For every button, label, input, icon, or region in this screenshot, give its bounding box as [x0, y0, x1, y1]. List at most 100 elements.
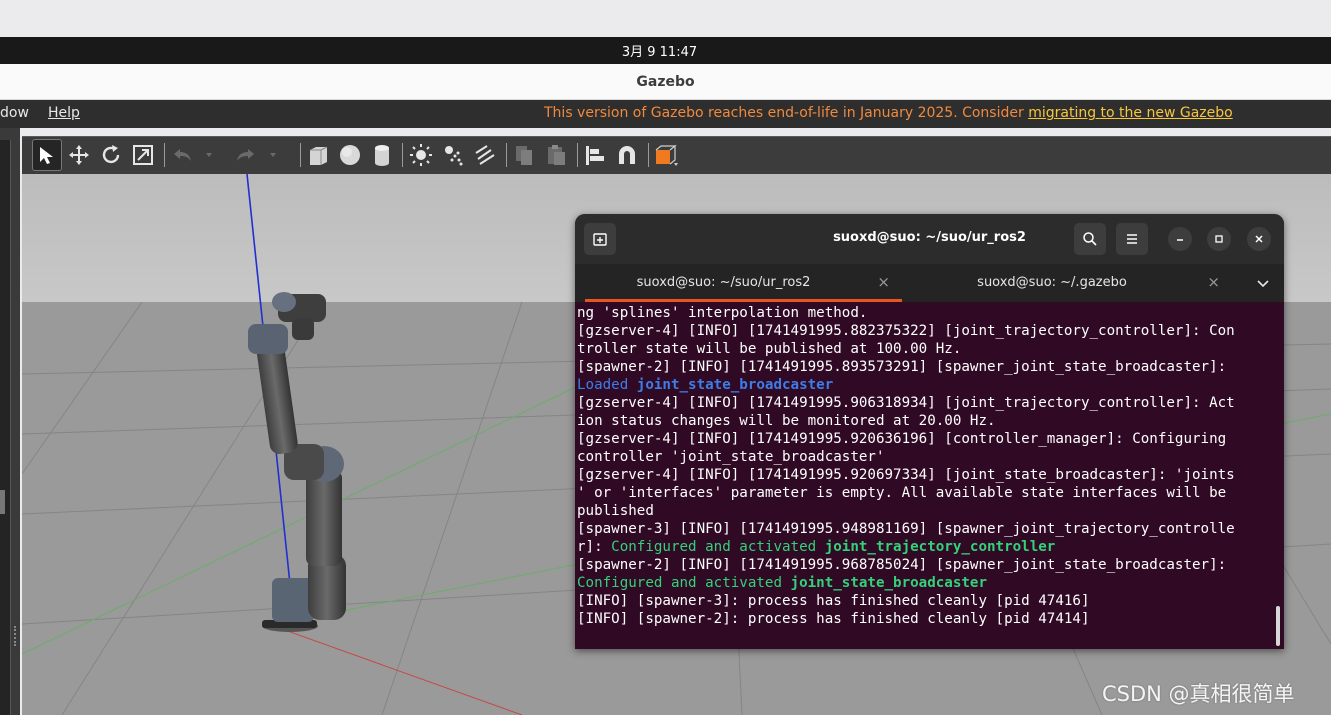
- terminal-text-segment: Loaded: [577, 377, 637, 393]
- terminal-text-segment: [gzserver-4] [INFO] [1741491995.92063619…: [577, 431, 1227, 447]
- terminal-line: ng 'splines' interpolation method.: [577, 304, 1272, 322]
- migrate-link[interactable]: migrating to the new Gazebo: [1028, 105, 1233, 121]
- terminal-line: [INFO] [spawner-3]: process has finished…: [577, 592, 1272, 610]
- toolbar-separator: [164, 143, 165, 167]
- snap-icon: [619, 146, 635, 164]
- insert-box-button[interactable]: [303, 139, 333, 171]
- toolbar-separator: [648, 143, 649, 167]
- tab-ur-ros2[interactable]: suoxd@suo: ~/suo/ur_ros2 ×: [575, 264, 902, 302]
- terminal-line: [spawner-2] [INFO] [1741491995.893573291…: [577, 358, 1272, 376]
- copy-button[interactable]: [509, 139, 539, 171]
- translate-icon: [69, 145, 89, 165]
- terminal-line: controller 'joint_state_broadcaster': [577, 448, 1272, 466]
- chevron-down-icon: [1257, 280, 1269, 288]
- terminal-line: ion status changes will be monitored at …: [577, 412, 1272, 430]
- hamburger-menu-icon: [1127, 234, 1137, 244]
- terminal-line: r]: Configured and activated joint_traje…: [577, 538, 1272, 556]
- point-light-icon: [410, 144, 432, 166]
- insert-spot-light-button[interactable]: [438, 139, 468, 171]
- paste-icon: [548, 145, 565, 165]
- terminal-text-segment: joint_state_broadcaster: [790, 575, 988, 591]
- eol-notice-text: This version of Gazebo reaches end-of-li…: [544, 105, 1029, 121]
- gazebo-title-bar: Gazebo: [0, 64, 1331, 100]
- terminal-text-segment: ion status changes will be monitored at …: [577, 413, 996, 429]
- select-mode-button[interactable]: [32, 139, 62, 171]
- translate-mode-button[interactable]: [64, 139, 94, 171]
- paste-button[interactable]: [541, 139, 571, 171]
- menu-window[interactable]: dow: [0, 105, 29, 121]
- redo-history-button[interactable]: [264, 139, 282, 171]
- redo-dropdown-icon: [270, 153, 276, 157]
- toolbar-separator: [300, 143, 301, 167]
- terminal-text-segment: r]:: [577, 539, 612, 555]
- close-icon: [1255, 235, 1263, 243]
- splitter-handle[interactable]: [14, 626, 17, 646]
- terminal-text-segment: [gzserver-4] [INFO] [1741491995.90631893…: [577, 395, 1235, 411]
- terminal-output[interactable]: ng 'splines' interpolation method. [gzser…: [577, 304, 1272, 649]
- scale-icon: [133, 145, 153, 165]
- terminal-tab-bar: suoxd@suo: ~/suo/ur_ros2 × suoxd@suo: ~/…: [575, 264, 1284, 302]
- menu-help-label: Help: [48, 105, 80, 121]
- redo-button[interactable]: [230, 139, 260, 171]
- undo-icon: [174, 149, 191, 161]
- system-top-bar: 3月 9 11:47: [0, 37, 1331, 64]
- menu-help[interactable]: Help: [48, 105, 80, 121]
- terminal-window: suoxd@suo: ~/suo/ur_ros2 suoxd@suo: ~/su…: [575, 214, 1284, 649]
- window-title: Gazebo: [636, 73, 695, 90]
- insert-sphere-button[interactable]: [335, 139, 365, 171]
- tab-close-icon[interactable]: ×: [1207, 273, 1220, 291]
- scale-mode-button[interactable]: [128, 139, 158, 171]
- terminal-text-segment: [gzserver-4] [INFO] [1741491995.88237532…: [577, 323, 1235, 339]
- terminal-line: [gzserver-4] [INFO] [1741491995.92063619…: [577, 430, 1272, 448]
- datetime-clock[interactable]: 3月 9 11:47: [622, 41, 697, 60]
- terminal-text-segment: [INFO] [spawner-3]: process has finished…: [577, 593, 1090, 609]
- box-shape-icon: [310, 146, 328, 165]
- tab-close-icon[interactable]: ×: [877, 273, 890, 291]
- terminal-line: Loaded joint_state_broadcaster: [577, 376, 1272, 394]
- terminal-text-segment: Configured and activated: [611, 539, 825, 555]
- maximize-button[interactable]: [1207, 227, 1231, 251]
- snap-button[interactable]: [612, 139, 642, 171]
- terminal-text-segment: [INFO] [spawner-2]: process has finished…: [577, 611, 1090, 627]
- undo-dropdown-icon: [206, 153, 212, 157]
- toolbar-separator: [506, 143, 507, 167]
- end-of-life-notice: This version of Gazebo reaches end-of-li…: [544, 105, 1233, 121]
- left-panel-grip[interactable]: [0, 490, 5, 514]
- undo-history-button[interactable]: [200, 139, 218, 171]
- terminal-line: ' or 'interfaces' parameter is empty. Al…: [577, 484, 1272, 502]
- insert-directional-light-button[interactable]: [470, 139, 500, 171]
- align-button[interactable]: [580, 139, 610, 171]
- insert-point-light-button[interactable]: [406, 139, 436, 171]
- terminal-line: published: [577, 502, 1272, 520]
- tab-gazebo-dir[interactable]: suoxd@suo: ~/.gazebo ×: [902, 264, 1232, 302]
- change-view-button[interactable]: [651, 139, 681, 171]
- minimize-button[interactable]: [1168, 227, 1192, 251]
- tabs-overview-button[interactable]: [1256, 275, 1270, 294]
- gazebo-toolbar: [22, 136, 1331, 174]
- undo-button[interactable]: [168, 139, 198, 171]
- close-window-button[interactable]: [1247, 227, 1271, 251]
- terminal-scrollbar[interactable]: [1276, 606, 1280, 646]
- insert-cylinder-button[interactable]: [367, 139, 397, 171]
- terminal-text-segment: [spawner-2] [INFO] [1741491995.968785024…: [577, 557, 1227, 573]
- terminal-line: Configured and activated joint_state_bro…: [577, 574, 1272, 592]
- redo-icon: [237, 149, 254, 161]
- terminal-text-segment: [spawner-2] [INFO] [1741491995.893573291…: [577, 359, 1227, 375]
- terminal-search-button[interactable]: [1074, 223, 1106, 255]
- terminal-text-segment: [gzserver-4] [INFO] [1741491995.92069733…: [577, 467, 1235, 483]
- terminal-text-segment: controller 'joint_state_broadcaster': [577, 449, 885, 465]
- terminal-text-segment: joint_state_broadcaster: [636, 377, 834, 393]
- align-icon: [586, 146, 604, 165]
- spot-light-icon: [445, 146, 463, 166]
- sphere-shape-icon: [340, 145, 360, 165]
- rotate-mode-button[interactable]: [96, 139, 126, 171]
- terminal-header: suoxd@suo: ~/suo/ur_ros2: [575, 214, 1284, 264]
- terminal-line: troller state will be published at 100.0…: [577, 340, 1272, 358]
- tab-label: suoxd@suo: ~/.gazebo: [977, 275, 1127, 290]
- gazebo-menu-bar: dow Help This version of Gazebo reaches …: [0, 100, 1331, 128]
- terminal-text-segment: ng 'splines' interpolation method.: [577, 305, 868, 321]
- terminal-menu-button[interactable]: [1116, 223, 1148, 255]
- terminal-text-segment: published: [577, 503, 654, 519]
- change-view-icon: [655, 144, 678, 166]
- terminal-line: [gzserver-4] [INFO] [1741491995.92069733…: [577, 466, 1272, 484]
